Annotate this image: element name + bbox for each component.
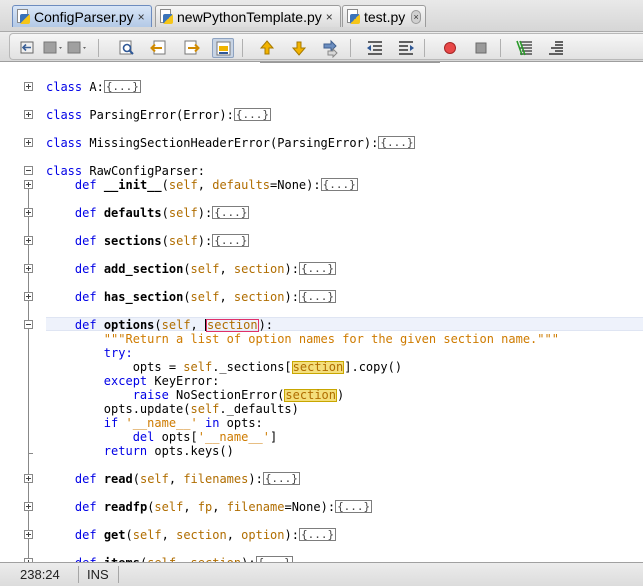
toggle-highlight-icon[interactable]: [212, 38, 234, 58]
status-bar: 238:24 INS: [0, 562, 643, 586]
code-line: if '__name__' in opts:: [103, 416, 263, 430]
find-next-icon[interactable]: [181, 38, 203, 58]
code-line: def has_section(self, section): {...}: [74, 290, 337, 304]
uncomment-icon[interactable]: [545, 38, 567, 58]
highlighted-occurrence: section: [284, 388, 337, 402]
fold-toggle[interactable]: [24, 82, 33, 91]
fold-toggle[interactable]: [24, 292, 33, 301]
comment-icon[interactable]: [514, 38, 536, 58]
code-line: def read(self, filenames): {...}: [74, 472, 300, 486]
next-bookmark-icon[interactable]: [288, 38, 310, 58]
code-line: opts.update(self._defaults): [103, 402, 299, 416]
folded-code-marker[interactable]: {...}: [262, 472, 300, 485]
folded-code-marker[interactable]: {...}: [298, 262, 337, 275]
code-line: class MissingSectionHeaderError(ParsingE…: [46, 136, 416, 150]
code-line: class ParsingError(Error): {...}: [46, 108, 271, 122]
folded-code-marker[interactable]: {...}: [212, 234, 250, 247]
folded-code-marker[interactable]: {...}: [320, 178, 358, 191]
fold-toggle[interactable]: [24, 180, 33, 189]
code-line: opts = self._sections[section].copy(): [132, 360, 403, 374]
code-line: def add_section(self, section): {...}: [74, 262, 337, 276]
find-icon[interactable]: [116, 38, 138, 58]
last-edit-icon[interactable]: [66, 38, 88, 58]
find-previous-icon[interactable]: [148, 38, 170, 58]
fold-toggle[interactable]: [24, 208, 33, 217]
python-file-icon: [16, 9, 30, 24]
stop-macro-icon[interactable]: [470, 38, 492, 58]
caret-position: 238:24: [20, 567, 60, 582]
code-line: """Return a list of option names for the…: [103, 332, 559, 346]
shift-right-icon[interactable]: [395, 38, 417, 58]
fold-toggle[interactable]: [24, 264, 33, 273]
close-tab-icon[interactable]: ×: [326, 10, 333, 24]
code-line: def sections(self): {...}: [74, 234, 250, 248]
fold-toggle[interactable]: [24, 530, 33, 539]
editor-toolbar: [0, 32, 643, 62]
code-line: except KeyError:: [103, 374, 220, 388]
fold-toggle[interactable]: [24, 236, 33, 245]
code-line: class RawConfigParser:: [46, 164, 205, 178]
code-line: class A: {...}: [46, 80, 141, 94]
fold-toggle[interactable]: [24, 138, 33, 147]
editor-tab-bar: ConfigParser.py × newPythonTemplate.py ×…: [0, 0, 643, 32]
code-line: def __init__(self, defaults=None): {...}: [74, 178, 358, 192]
tab-configparser[interactable]: ConfigParser.py ×: [12, 5, 152, 27]
fold-toggle[interactable]: [24, 320, 33, 329]
tab-newpythontemplate[interactable]: newPythonTemplate.py ×: [155, 5, 341, 27]
folded-code-marker[interactable]: {...}: [103, 80, 141, 93]
folded-code-marker[interactable]: {...}: [378, 136, 416, 149]
folded-code-marker[interactable]: {...}: [335, 500, 373, 513]
folded-code-marker[interactable]: {...}: [233, 108, 271, 121]
toggle-bookmark-icon[interactable]: [320, 38, 342, 58]
forward-icon[interactable]: [42, 38, 64, 58]
code-line: def readfp(self, fp, filename=None): {...…: [74, 500, 373, 514]
folded-code-marker[interactable]: {...}: [212, 206, 250, 219]
selected-occurrence: section: [206, 318, 259, 332]
code-line: del opts['__name__']: [132, 430, 278, 444]
code-editor[interactable]: class A: {...} class ParsingError(Error):…: [0, 62, 643, 562]
tab-label: test.py: [364, 8, 406, 25]
tab-label: ConfigParser.py: [34, 8, 134, 25]
highlighted-occurrence: section: [291, 360, 345, 374]
code-line: def options(self, section):: [74, 318, 274, 332]
tab-label: newPythonTemplate.py: [177, 8, 322, 25]
close-tab-icon[interactable]: ×: [138, 10, 145, 24]
code-line: raise NoSectionError(section): [132, 388, 345, 402]
code-line: def defaults(self): {...}: [74, 206, 250, 220]
python-file-icon: [346, 9, 360, 24]
code-line: try:: [103, 346, 133, 360]
python-file-icon: [159, 9, 173, 24]
insert-mode-indicator[interactable]: INS: [87, 567, 109, 582]
previous-bookmark-icon[interactable]: [256, 38, 278, 58]
close-tab-icon[interactable]: ×: [411, 9, 421, 24]
back-icon[interactable]: [18, 38, 40, 58]
code-line: return opts.keys(): [103, 444, 234, 458]
start-macro-icon[interactable]: [439, 38, 461, 58]
fold-toggle[interactable]: [24, 166, 33, 175]
fold-toggle[interactable]: [24, 474, 33, 483]
fold-toggle[interactable]: [24, 110, 33, 119]
tab-test[interactable]: test.py ×: [342, 5, 426, 27]
folded-code-marker[interactable]: {...}: [298, 290, 337, 303]
fold-toggle[interactable]: [24, 502, 33, 511]
code-line: def get(self, section, option): {...}: [74, 528, 337, 542]
shift-left-icon[interactable]: [364, 38, 386, 58]
folded-code-marker[interactable]: {...}: [298, 528, 337, 541]
